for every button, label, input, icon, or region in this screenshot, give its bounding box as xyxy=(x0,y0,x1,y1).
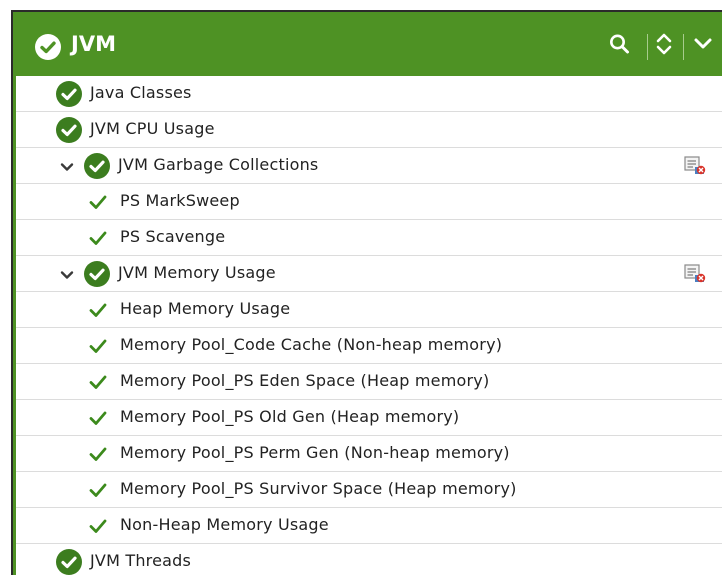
checkmark-icon xyxy=(88,337,108,355)
tree-row-jvm-cpu-usage[interactable]: JVM CPU Usage xyxy=(16,112,722,148)
checkmark-icon xyxy=(88,193,108,211)
tree-row-jvm-garbage-collections[interactable]: JVM Garbage Collections xyxy=(16,148,722,184)
tree-item-label: Memory Pool_PS Survivor Space (Heap memo… xyxy=(120,479,517,498)
checkmark-icon xyxy=(88,229,108,247)
check-circle-icon xyxy=(56,549,82,575)
checkmark-icon xyxy=(88,301,108,319)
tree-row-ps-survivor-space[interactable]: Memory Pool_PS Survivor Space (Heap memo… xyxy=(16,472,722,508)
expand-collapse-icon[interactable] xyxy=(653,26,675,62)
tree-row-jvm-memory-usage[interactable]: JVM Memory Usage xyxy=(16,256,722,292)
checkmark-icon xyxy=(88,517,108,535)
tree-row-ps-perm-gen[interactable]: Memory Pool_PS Perm Gen (Non-heap memory… xyxy=(16,436,722,472)
tree-item-label: Memory Pool_PS Old Gen (Heap memory) xyxy=(120,407,460,426)
tree-item-label: JVM CPU Usage xyxy=(90,119,215,138)
check-circle-icon xyxy=(35,34,61,60)
jvm-panel: JVM Java Classes JVM CPU Usage JVM Garba… xyxy=(11,10,722,575)
report-icon[interactable] xyxy=(683,154,707,176)
panel-header: JVM xyxy=(13,12,722,76)
tree-item-label: Java Classes xyxy=(90,83,192,102)
chevron-down-icon[interactable] xyxy=(60,267,74,281)
tree-row-ps-marksweep[interactable]: PS MarkSweep xyxy=(16,184,722,220)
tree-row-jvm-threads[interactable]: JVM Threads xyxy=(16,544,722,575)
tree-item-label: Memory Pool_Code Cache (Non-heap memory) xyxy=(120,335,503,354)
check-circle-icon xyxy=(56,117,82,143)
tree-item-label: PS MarkSweep xyxy=(120,191,240,210)
header-divider xyxy=(647,34,648,60)
checkmark-icon xyxy=(88,373,108,391)
tree-row-code-cache[interactable]: Memory Pool_Code Cache (Non-heap memory) xyxy=(16,328,722,364)
report-icon[interactable] xyxy=(683,262,707,284)
check-circle-icon xyxy=(84,153,110,179)
tree-item-label: JVM Threads xyxy=(90,551,192,570)
tree-item-label: Non-Heap Memory Usage xyxy=(120,515,329,534)
tree-row-ps-scavenge[interactable]: PS Scavenge xyxy=(16,220,722,256)
tree-item-label: JVM Memory Usage xyxy=(118,263,276,282)
tree-row-ps-old-gen[interactable]: Memory Pool_PS Old Gen (Heap memory) xyxy=(16,400,722,436)
checkmark-icon xyxy=(88,409,108,427)
tree-item-label: Heap Memory Usage xyxy=(120,299,291,318)
check-circle-icon xyxy=(84,261,110,287)
checkmark-icon xyxy=(88,445,108,463)
tree-item-label: JVM Garbage Collections xyxy=(118,155,319,174)
tree-item-label: PS Scavenge xyxy=(120,227,226,246)
search-icon[interactable] xyxy=(607,26,633,62)
tree-row-java-classes[interactable]: Java Classes xyxy=(16,76,722,112)
checkmark-icon xyxy=(88,481,108,499)
tree-item-label: Memory Pool_PS Eden Space (Heap memory) xyxy=(120,371,490,390)
tree-row-non-heap-memory-usage[interactable]: Non-Heap Memory Usage xyxy=(16,508,722,544)
tree-row-ps-eden-space[interactable]: Memory Pool_PS Eden Space (Heap memory) xyxy=(16,364,722,400)
panel-title: JVM xyxy=(71,32,116,56)
chevron-down-icon[interactable] xyxy=(689,26,717,62)
check-circle-icon xyxy=(56,81,82,107)
tree-row-heap-memory-usage[interactable]: Heap Memory Usage xyxy=(16,292,722,328)
tree-item-label: Memory Pool_PS Perm Gen (Non-heap memory… xyxy=(120,443,510,462)
chevron-down-icon[interactable] xyxy=(60,159,74,173)
header-divider xyxy=(683,34,684,60)
